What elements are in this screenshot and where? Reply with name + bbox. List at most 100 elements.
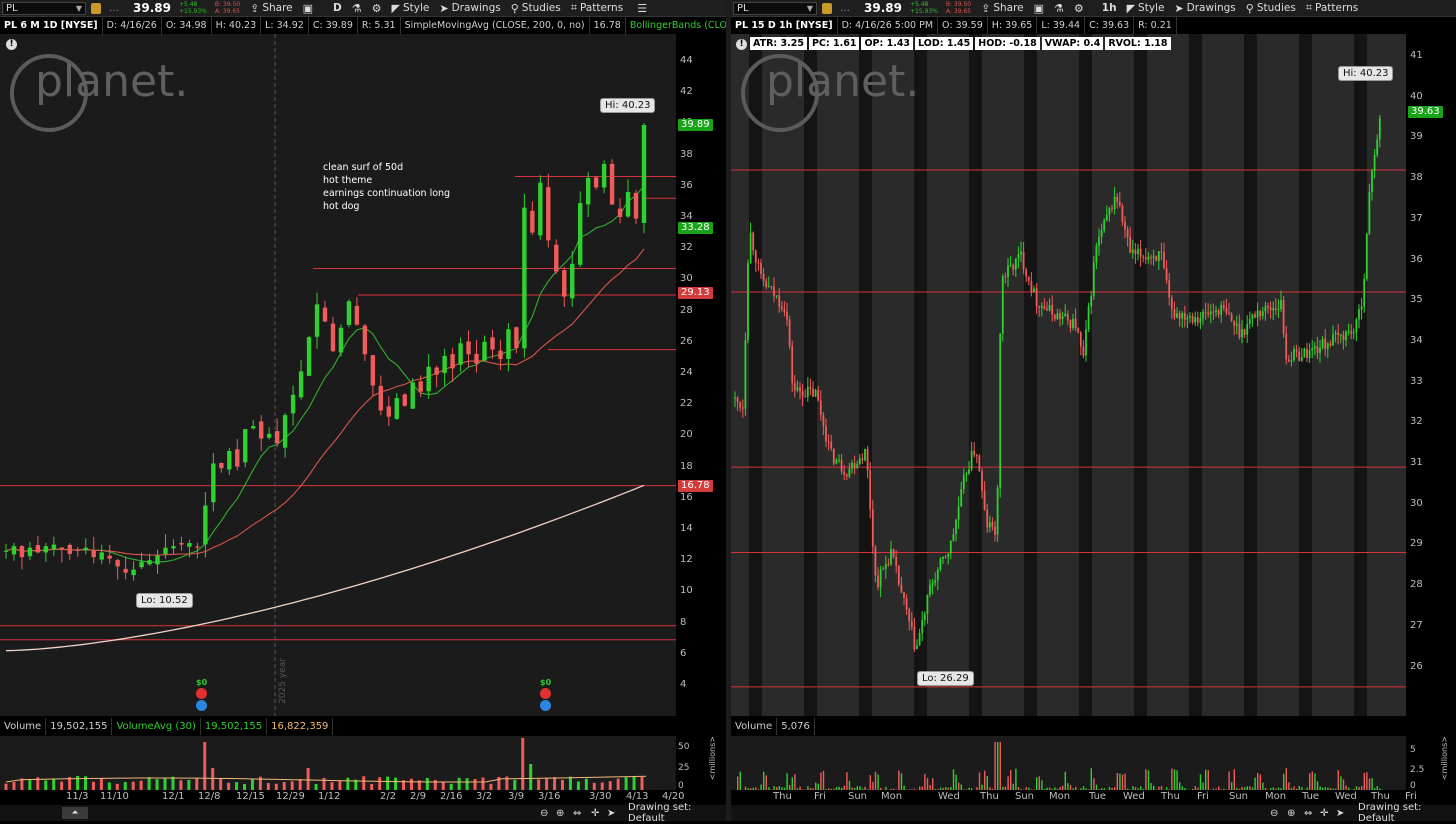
candle-body [1184, 313, 1186, 319]
volume-bar [1148, 770, 1149, 790]
sma-study-label[interactable]: SimpleMovingAvg (CLOSE, 200, 0, no) [401, 17, 590, 34]
timeframe-button[interactable]: 1h [1094, 2, 1117, 14]
volume-bar [458, 778, 461, 790]
style-icon: ◤ [1127, 2, 1135, 15]
bollinger-study-label[interactable]: BollingerBands (CLOSE,... [626, 17, 726, 34]
candle-body [1197, 317, 1199, 322]
candle-body [1080, 333, 1082, 347]
menu-button[interactable]: ☰ [637, 2, 647, 15]
studies-label: Studies [522, 2, 561, 14]
candle-body [906, 598, 908, 610]
pan-icon[interactable]: ⇔ [573, 808, 581, 819]
style-button[interactable]: ◤Style [392, 2, 430, 15]
crosshair-icon[interactable]: ✛ [591, 808, 599, 819]
volume-bar [482, 778, 485, 790]
pointer-icon[interactable]: ➤ [607, 808, 615, 819]
rvol-value: RVOL: 1.18 [1105, 37, 1170, 50]
volume-bar [1283, 774, 1284, 790]
candle-body [363, 326, 367, 355]
snapshot-button[interactable]: ▣ [1034, 2, 1044, 15]
style-button[interactable]: ◤Style [1127, 2, 1165, 15]
planet-logo: planet. [10, 54, 88, 132]
price-axis[interactable]: 4140393837363534333231302928272639.63 [1406, 34, 1456, 716]
time-tick: 3/9 [508, 791, 524, 802]
flask-button[interactable]: ⚗ [352, 2, 362, 15]
share-button[interactable]: ⇪Share [981, 2, 1024, 15]
daily-chart-pane[interactable]: PL▼ … 39.89 +5.48+15.93% B: 39.50A: 39.6… [0, 0, 726, 805]
candle-body [60, 548, 64, 550]
share-button[interactable]: ⇪Share [250, 2, 293, 15]
more-icon[interactable]: … [840, 3, 850, 14]
settings-button[interactable]: ⚙ [372, 2, 382, 15]
time-tick: Mon [1265, 791, 1286, 802]
crosshair-icon[interactable]: ✛ [1320, 808, 1328, 819]
candle-body [1044, 306, 1046, 309]
volume-bar [1234, 769, 1235, 790]
alert-icon[interactable]: ! [736, 39, 747, 50]
timeframe-button[interactable]: D [323, 2, 342, 14]
candle-body [323, 308, 327, 322]
lod-value: LOD: 1.45 [915, 37, 973, 50]
volume-axis: 5 2.5 0 <millions> [1408, 736, 1456, 790]
atr-value: ATR: 3.25 [750, 37, 807, 50]
link-color-icon[interactable] [822, 3, 832, 14]
volume-bar [1200, 774, 1201, 790]
candle-body [1202, 312, 1204, 318]
volume-bar [1228, 772, 1229, 790]
price-chart[interactable]: planet. ! Hi: 40.23 Lo: 10.52 clean surf… [0, 34, 676, 716]
zoom-in-icon[interactable]: ⊕ [1287, 808, 1295, 819]
link-color-icon[interactable] [91, 3, 101, 14]
studies-button[interactable]: ⚲Studies [1246, 2, 1296, 15]
candle-body [211, 463, 215, 502]
volume-bar [1314, 773, 1315, 790]
pointer-icon[interactable]: ➤ [1336, 808, 1344, 819]
candle-body [466, 341, 470, 354]
drawings-button[interactable]: ➤Drawings [1174, 2, 1235, 15]
snapshot-button[interactable]: ▣ [303, 2, 313, 15]
alert-icon[interactable]: ! [6, 39, 17, 50]
zoom-out-icon[interactable]: ⊖ [540, 808, 548, 819]
drawings-button[interactable]: ➤Drawings [439, 2, 500, 15]
session-band [1079, 34, 1092, 716]
volume-bar [877, 774, 878, 790]
settings-button[interactable]: ⚙ [1074, 2, 1084, 15]
symbol-selector[interactable]: PL▼ [2, 2, 86, 15]
style-icon: ◤ [392, 2, 400, 15]
dividend-marker[interactable]: $0 [196, 678, 207, 712]
volume-avg-label[interactable]: VolumeAvg (30) [112, 718, 200, 735]
dividend-marker[interactable]: $0 [540, 678, 551, 712]
bar-high: H: 40.23 [212, 17, 262, 34]
candle-body [947, 554, 949, 557]
candle-body [1293, 349, 1295, 360]
price-axis[interactable]: 4442403836343230282624222018161412108643… [676, 34, 726, 716]
time-axis[interactable]: 11/311/1012/112/812/1512/291/122/22/92/1… [0, 790, 676, 804]
candle-body [1366, 234, 1368, 279]
price-chart[interactable]: planet. ! Hi: 40.23 Lo: 26.29 [731, 34, 1406, 716]
patterns-button[interactable]: ⌗Patterns [1306, 1, 1358, 15]
more-icon[interactable]: … [109, 3, 119, 14]
symbol-selector[interactable]: PL▼ [733, 2, 817, 15]
volume-bar [227, 783, 230, 790]
candle-body [1371, 171, 1373, 192]
volume-chart[interactable] [0, 736, 676, 790]
volume-bar [1117, 773, 1118, 790]
time-axis[interactable]: ThuFriSunMonWedThuSunMonTueWedThuFriSunM… [731, 790, 1406, 804]
candle-body [989, 522, 991, 527]
patterns-button[interactable]: ⌗Patterns [571, 1, 623, 15]
pan-icon[interactable]: ⇔ [1304, 808, 1312, 819]
zoom-out-icon[interactable]: ⊖ [1270, 808, 1278, 819]
collapse-button[interactable]: ⏶ [62, 807, 88, 819]
zoom-in-icon[interactable]: ⊕ [556, 808, 564, 819]
volume-chart[interactable] [731, 736, 1406, 790]
volume-bar [1312, 772, 1313, 790]
volume-tick: 2.5 [1410, 765, 1424, 775]
candle-body [139, 562, 143, 567]
flask-button[interactable]: ⚗ [1054, 2, 1064, 15]
div-label: $0 [540, 678, 551, 687]
volume-bar [1262, 783, 1263, 790]
candle-body [859, 459, 861, 464]
candle-body [752, 232, 754, 250]
candle-body [371, 355, 375, 385]
studies-button[interactable]: ⚲Studies [511, 2, 561, 15]
hourly-chart-pane[interactable]: PL▼ … 39.89 +5.48+15.93% B: 39.50A: 39.6… [731, 0, 1456, 805]
